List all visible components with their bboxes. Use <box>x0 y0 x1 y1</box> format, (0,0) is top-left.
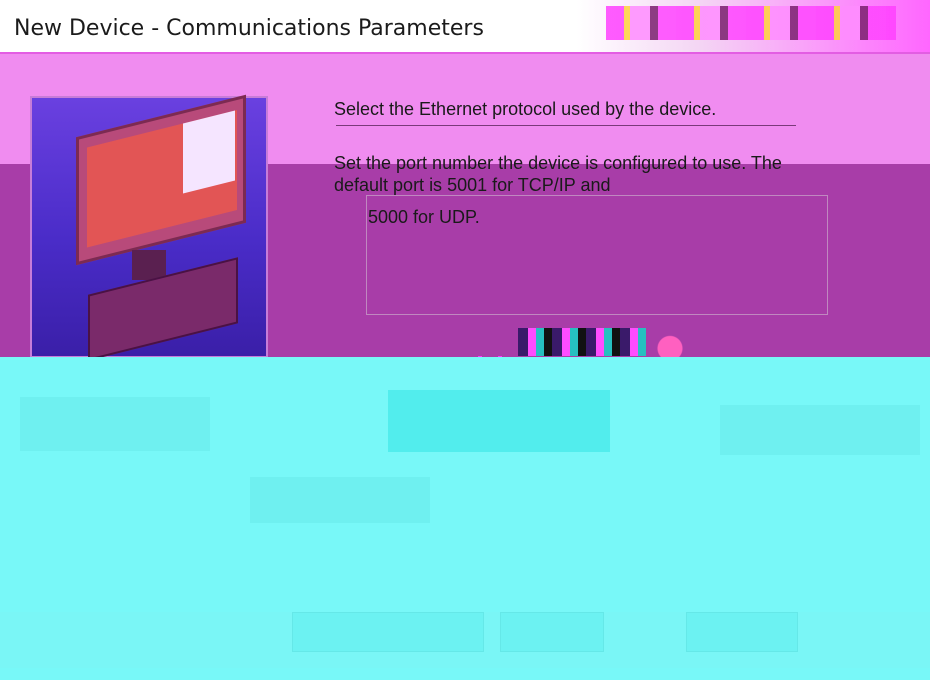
lower-block <box>20 397 210 451</box>
back-button[interactable] <box>292 612 484 652</box>
monitor-icon <box>76 94 246 266</box>
lower-block <box>250 477 430 523</box>
lower-block <box>720 405 920 455</box>
ip-address-field[interactable] <box>388 390 610 452</box>
title-bar: New Device - Communications Parameters <box>0 0 930 52</box>
screen-panel-icon <box>183 110 235 194</box>
instruction-port-udp: 5000 for UDP. <box>368 207 480 227</box>
window-title: New Device - Communications Parameters <box>14 16 484 41</box>
instruction-protocol: Select the Ethernet protocol used by the… <box>334 99 717 119</box>
instruction-divider <box>336 125 796 126</box>
instruction-port: Set the port number the device is config… <box>334 153 782 195</box>
next-button[interactable] <box>500 612 604 652</box>
computer-illustration <box>30 94 268 361</box>
glitch-block <box>518 328 646 356</box>
cancel-button[interactable] <box>686 612 798 652</box>
title-bar-controls <box>606 6 896 40</box>
